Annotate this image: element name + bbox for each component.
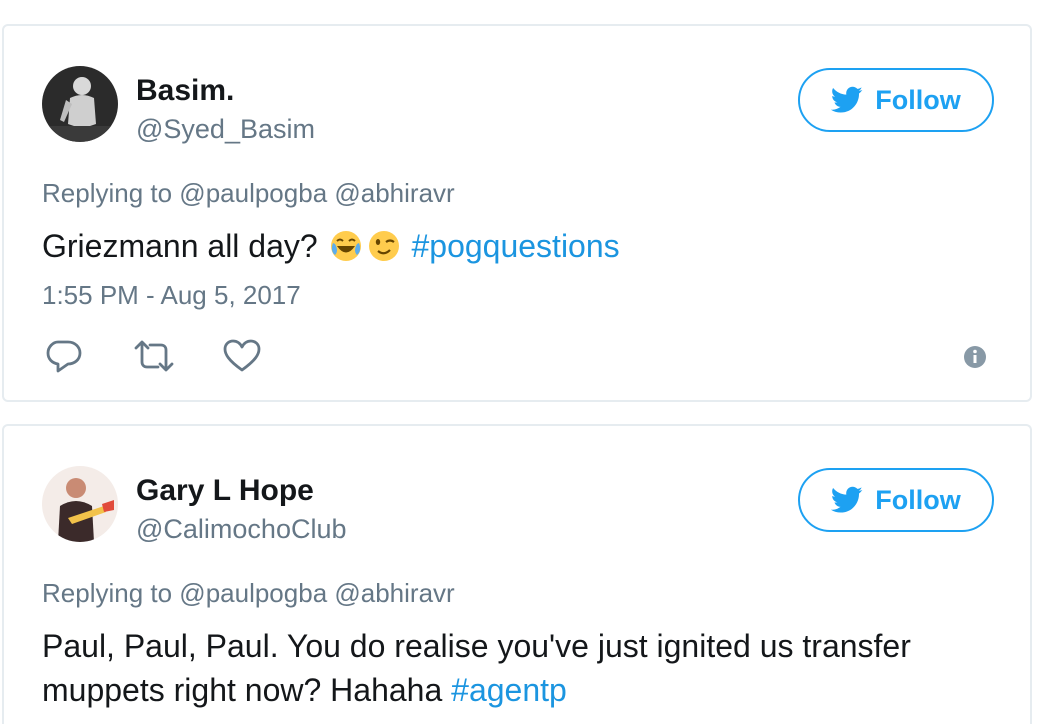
twitter-bird-icon bbox=[831, 486, 863, 513]
follow-label: Follow bbox=[875, 484, 961, 515]
retweet-icon[interactable] bbox=[132, 336, 176, 376]
reply-icon[interactable] bbox=[44, 336, 84, 376]
follow-label: Follow bbox=[875, 84, 961, 115]
like-icon[interactable] bbox=[222, 336, 262, 376]
user-name[interactable]: Gary L Hope bbox=[136, 474, 314, 508]
tweet-text: Griezmann all day? #pogquestions bbox=[42, 224, 982, 274]
user-handle[interactable]: @Syed_Basim bbox=[136, 114, 315, 145]
user-handle[interactable]: @CalimochoClub bbox=[136, 514, 347, 545]
hashtag-link[interactable]: #agentp bbox=[451, 672, 567, 708]
hashtag-link[interactable]: #pogquestions bbox=[411, 228, 619, 264]
face-with-tears-of-joy-emoji bbox=[329, 229, 363, 274]
replying-to[interactable]: Replying to @paulpogba @abhiravr bbox=[42, 178, 455, 209]
avatar[interactable] bbox=[42, 66, 118, 142]
winking-face-emoji bbox=[367, 229, 401, 274]
tweet-timestamp[interactable]: 1:55 PM - Aug 5, 2017 bbox=[42, 280, 301, 311]
tweet-card: Gary L Hope @CalimochoClub Follow Replyi… bbox=[2, 424, 1032, 724]
twitter-bird-icon bbox=[831, 86, 863, 113]
tweet-text-body: Griezmann all day? bbox=[42, 228, 327, 264]
user-name[interactable]: Basim. bbox=[136, 74, 234, 108]
follow-button[interactable]: Follow bbox=[798, 68, 994, 132]
replying-to[interactable]: Replying to @paulpogba @abhiravr bbox=[42, 578, 455, 609]
follow-button[interactable]: Follow bbox=[798, 468, 994, 532]
info-icon[interactable] bbox=[962, 344, 988, 370]
tweet-text: Paul, Paul, Paul. You do realise you've … bbox=[42, 624, 982, 712]
tweet-card: Basim. @Syed_Basim Follow Replying to @p… bbox=[2, 24, 1032, 402]
avatar[interactable] bbox=[42, 466, 118, 542]
